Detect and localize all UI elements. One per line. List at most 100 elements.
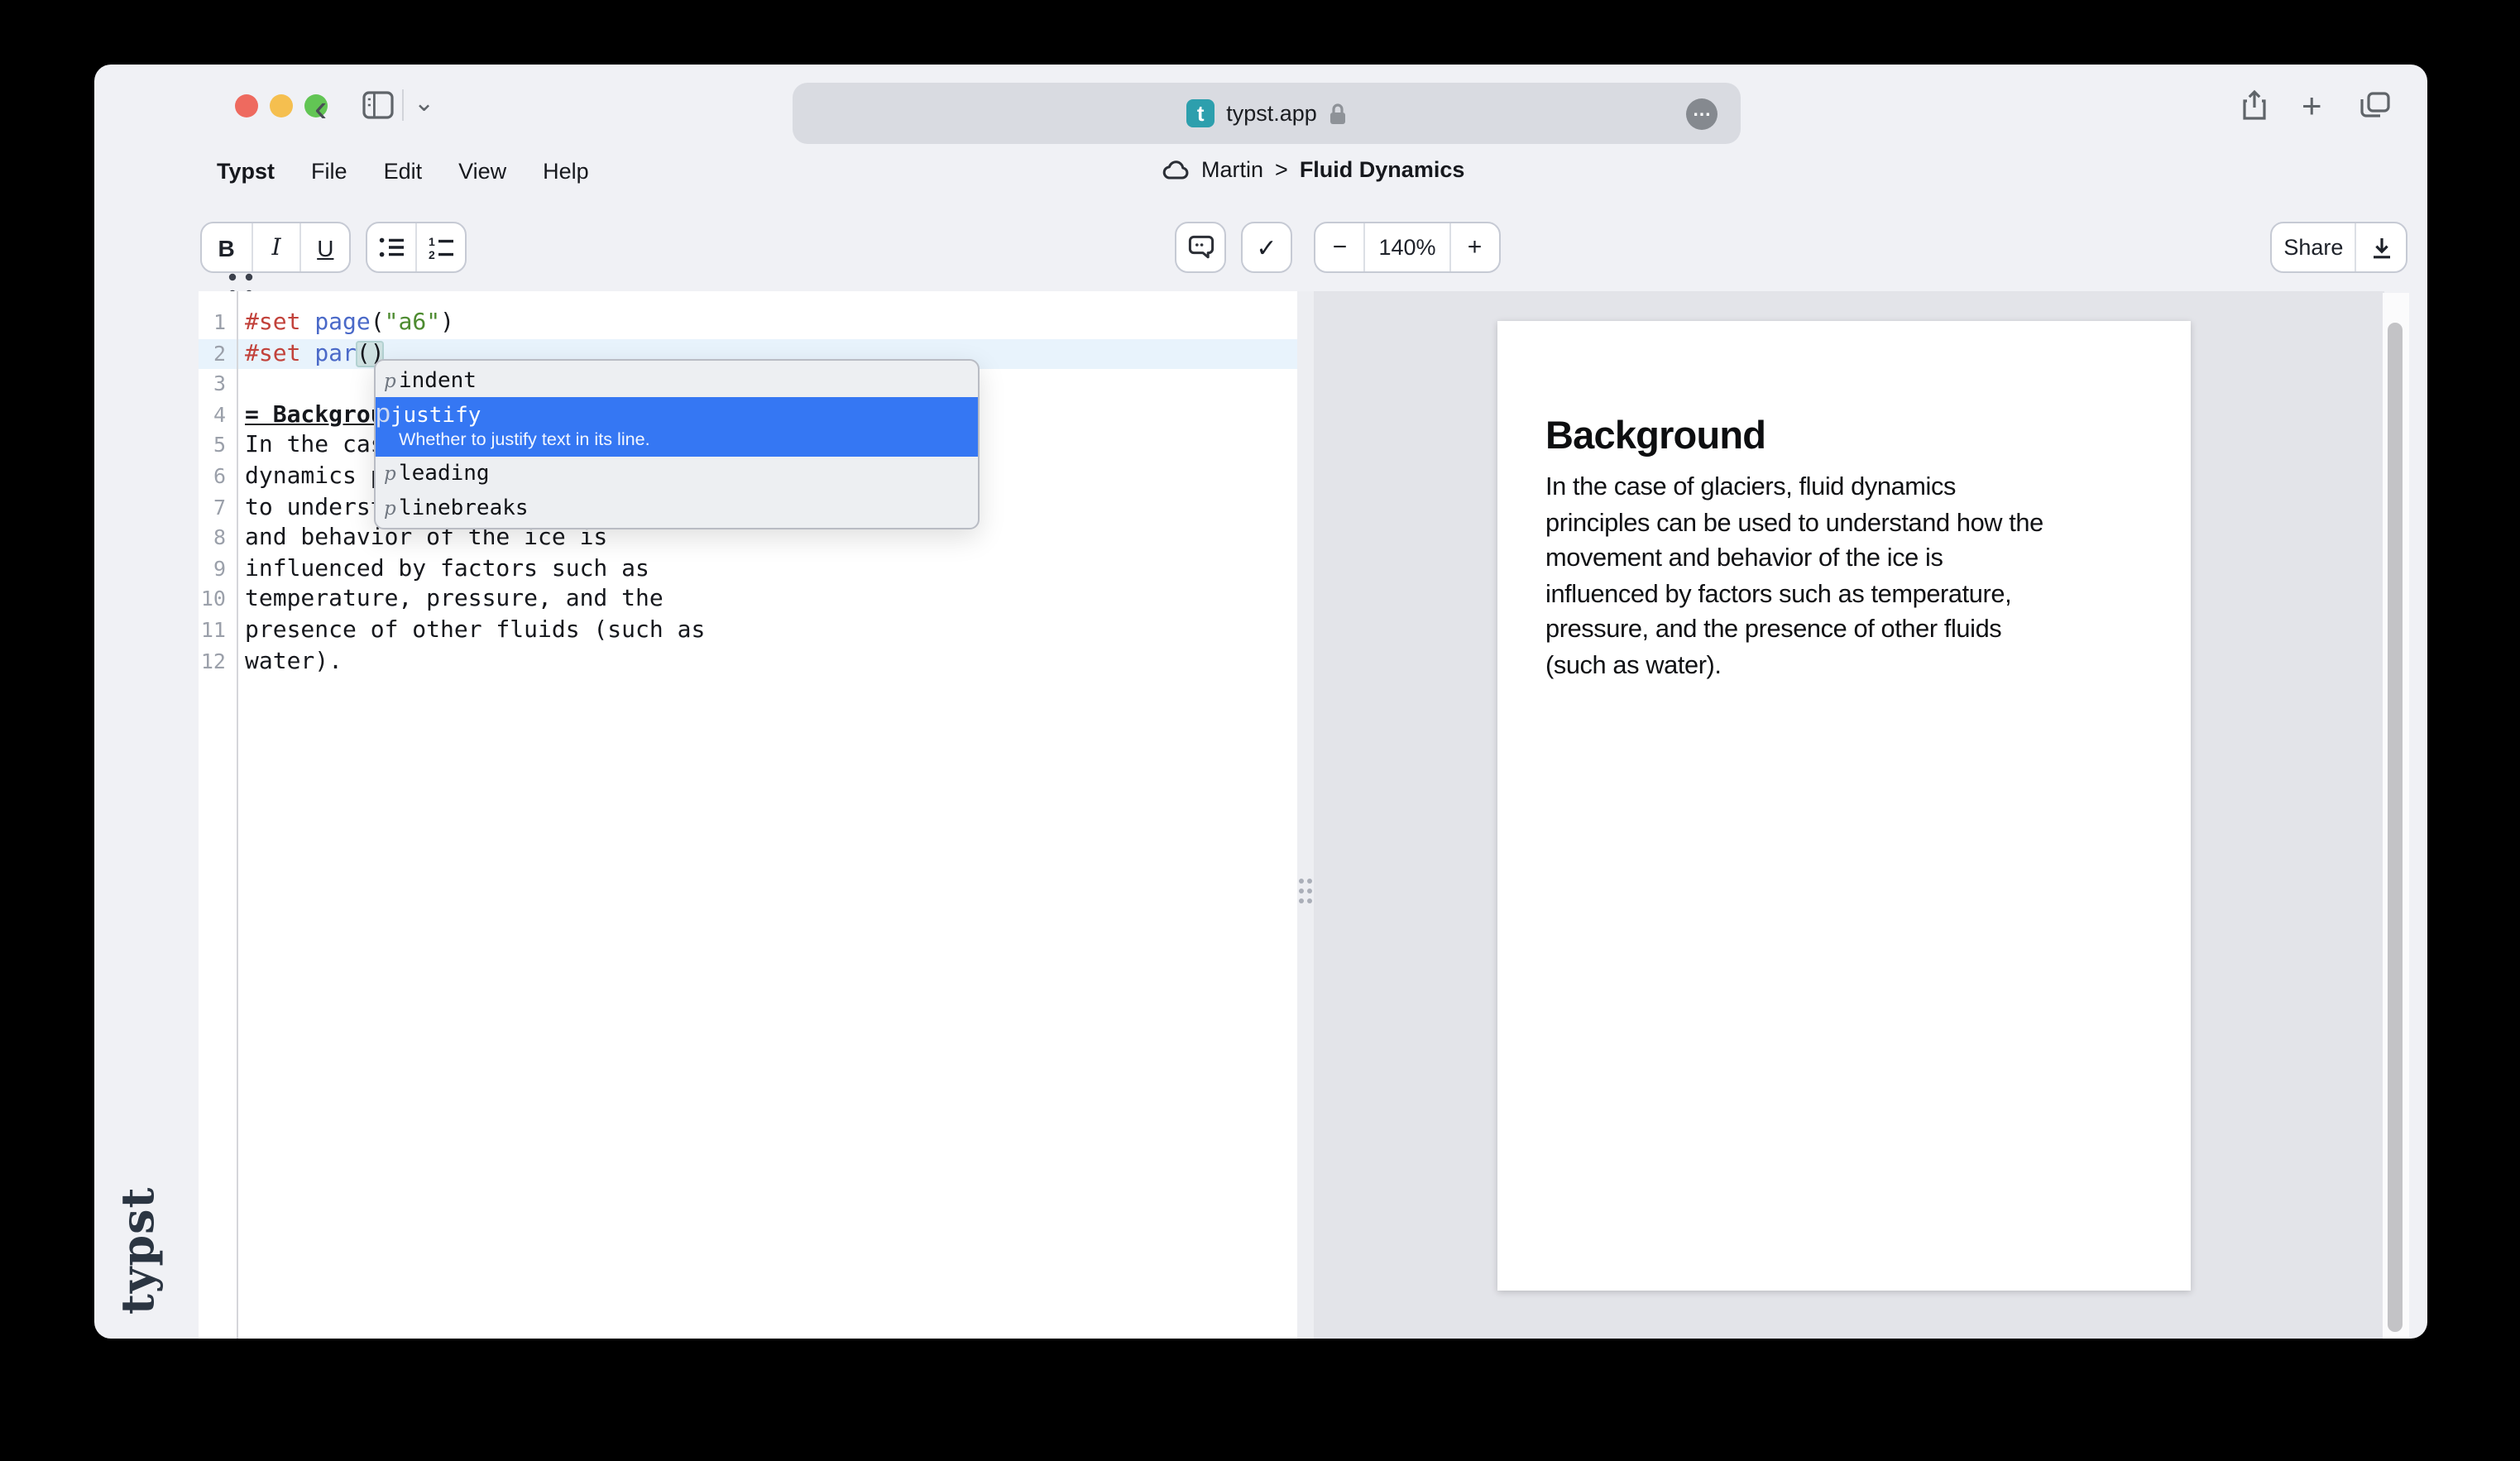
compile-status-button[interactable]: ✓ xyxy=(1241,222,1292,273)
code-text: influenced by factors such as xyxy=(237,554,1296,585)
download-button[interactable] xyxy=(2355,223,2406,271)
line-number: 12 xyxy=(199,646,237,677)
param-icon: p xyxy=(376,399,390,430)
list-group: 1 2 xyxy=(366,222,467,273)
gutter-pad xyxy=(199,677,237,1339)
page-body-line: influenced by factors such as temperatur… xyxy=(1545,577,2043,612)
autocomplete-label: linebreaks xyxy=(399,492,529,526)
page-body-line: In the case of glaciers, fluid dynamics xyxy=(1545,470,2043,505)
browser-window: ⌄ ‹ t typst.app ⋯ + xyxy=(94,65,2427,1339)
zoom-control-group: − 140% + xyxy=(1314,222,1501,273)
zoom-level-value[interactable]: 140% xyxy=(1364,223,1449,271)
autocomplete-label: justify xyxy=(390,400,481,432)
breadcrumb-project[interactable]: Martin xyxy=(1201,157,1263,182)
line-number: 1 xyxy=(199,308,237,338)
autocomplete-label: leading xyxy=(399,458,490,492)
menu-file[interactable]: File xyxy=(311,159,347,184)
numbered-list-button[interactable]: 1 2 xyxy=(416,223,465,271)
menu-edit[interactable]: Edit xyxy=(384,159,423,184)
page-body-line: pressure, and the presence of other flui… xyxy=(1545,612,2043,648)
line-number: 8 xyxy=(199,523,237,553)
share-button[interactable]: Share xyxy=(2272,223,2355,271)
screen: ⌄ ‹ t typst.app ⋯ + xyxy=(0,0,2520,1461)
bold-button[interactable]: B xyxy=(202,223,251,271)
line-number: 11 xyxy=(199,616,237,646)
numbered-list-icon: 1 2 xyxy=(428,236,454,259)
code-text: #set page("a6") xyxy=(237,308,1296,338)
svg-text:1: 1 xyxy=(428,236,434,247)
comment-icon xyxy=(1187,235,1214,260)
chevron-down-icon[interactable]: ⌄ xyxy=(414,88,434,117)
bullet-list-button[interactable] xyxy=(367,223,416,271)
line-number: 6 xyxy=(199,462,237,492)
sidebar-toggle-icon[interactable] xyxy=(362,91,394,119)
document-page: Background In the case of glaciers, flui… xyxy=(1497,321,2191,1291)
code-text: presence of other fluids (such as xyxy=(237,616,1296,646)
back-icon[interactable]: ‹ xyxy=(314,86,327,131)
check-icon: ✓ xyxy=(1243,223,1291,271)
share-export-group: Share xyxy=(2270,222,2407,273)
line-number: 9 xyxy=(199,554,237,585)
autocomplete-item-linebreaks[interactable]: p linebreaks xyxy=(376,491,978,525)
param-icon: p xyxy=(384,457,399,491)
autocomplete-label: indent xyxy=(399,365,477,399)
code-text: water). xyxy=(237,646,1296,677)
bullet-list-icon xyxy=(378,237,405,258)
line-number: 4 xyxy=(199,400,237,431)
lock-icon xyxy=(1329,102,1347,125)
menu-help[interactable]: Help xyxy=(543,159,589,184)
code-line-12[interactable]: 12 water). xyxy=(199,646,1296,677)
page-body-line: movement and behavior of the ice is xyxy=(1545,541,2043,577)
line-number: 7 xyxy=(199,492,237,523)
autocomplete-item-justify-selected[interactable]: p justify Whether to justify text in its… xyxy=(376,397,978,457)
zoom-out-button[interactable]: − xyxy=(1315,223,1364,271)
breadcrumb-doc-title[interactable]: Fluid Dynamics xyxy=(1300,157,1465,182)
underline-button[interactable]: U xyxy=(300,223,349,271)
page-heading: Background xyxy=(1545,414,1765,458)
url-bar[interactable]: t typst.app ⋯ xyxy=(793,83,1741,144)
autocomplete-item-indent[interactable]: p indent xyxy=(376,363,978,397)
traffic-minimize-button[interactable] xyxy=(270,94,293,117)
autocomplete-popup: p indent p justify Whether to justify te… xyxy=(374,358,980,529)
typst-logo: typst xyxy=(113,1189,165,1315)
traffic-close-button[interactable] xyxy=(235,94,258,117)
tab-overview-icon[interactable] xyxy=(2360,91,2391,119)
page-body-line: (such as water). xyxy=(1545,648,2043,683)
chrome-divider xyxy=(402,89,404,121)
breadcrumb-separator: > xyxy=(1275,157,1288,182)
line-number: 10 xyxy=(199,585,237,616)
share-page-icon[interactable] xyxy=(2240,89,2268,121)
preview-pane: Background In the case of glaciers, flui… xyxy=(1313,291,2383,1339)
autocomplete-description: Whether to justify text in its line. xyxy=(399,430,978,452)
typst-favicon: t xyxy=(1186,99,1214,127)
param-icon: p xyxy=(384,491,399,525)
scrollbar-thumb[interactable] xyxy=(2388,323,2403,1332)
breadcrumb: Martin > Fluid Dynamics xyxy=(1162,157,1464,182)
app-menu-bar: Typst File Edit View Help xyxy=(217,159,589,184)
pane-resize-handle[interactable] xyxy=(1296,291,1313,1339)
preview-scrollbar[interactable] xyxy=(2383,293,2409,1339)
reader-options-icon[interactable]: ⋯ xyxy=(1686,98,1718,129)
url-text: typst.app xyxy=(1226,101,1317,126)
download-icon xyxy=(2370,236,2392,259)
code-line-1[interactable]: 1 #set page("a6") xyxy=(199,308,1296,338)
line-number: 5 xyxy=(199,431,237,462)
gutter-pad xyxy=(199,291,237,308)
comment-button[interactable] xyxy=(1175,222,1226,273)
menu-view[interactable]: View xyxy=(458,159,506,184)
cloud-icon xyxy=(1162,160,1190,180)
code-line-9[interactable]: 9 influenced by factors such as xyxy=(199,554,1296,585)
param-icon: p xyxy=(384,363,399,397)
italic-button[interactable]: I xyxy=(251,223,299,271)
line-number: 2 xyxy=(199,338,237,369)
text-style-group: B I U xyxy=(200,222,351,273)
code-line-11[interactable]: 11 presence of other fluids (such as xyxy=(199,616,1296,646)
code-line-10[interactable]: 10 temperature, pressure, and the xyxy=(199,585,1296,616)
page-body: In the case of glaciers, fluid dynamics … xyxy=(1545,470,2043,683)
page-body-line: principles can be used to understand how… xyxy=(1545,505,2043,541)
zoom-in-button[interactable]: + xyxy=(1449,223,1499,271)
menu-typst[interactable]: Typst xyxy=(217,159,275,184)
autocomplete-item-leading[interactable]: p leading xyxy=(376,457,978,491)
code-text: temperature, pressure, and the xyxy=(237,585,1296,616)
new-tab-icon[interactable]: + xyxy=(2302,88,2322,127)
